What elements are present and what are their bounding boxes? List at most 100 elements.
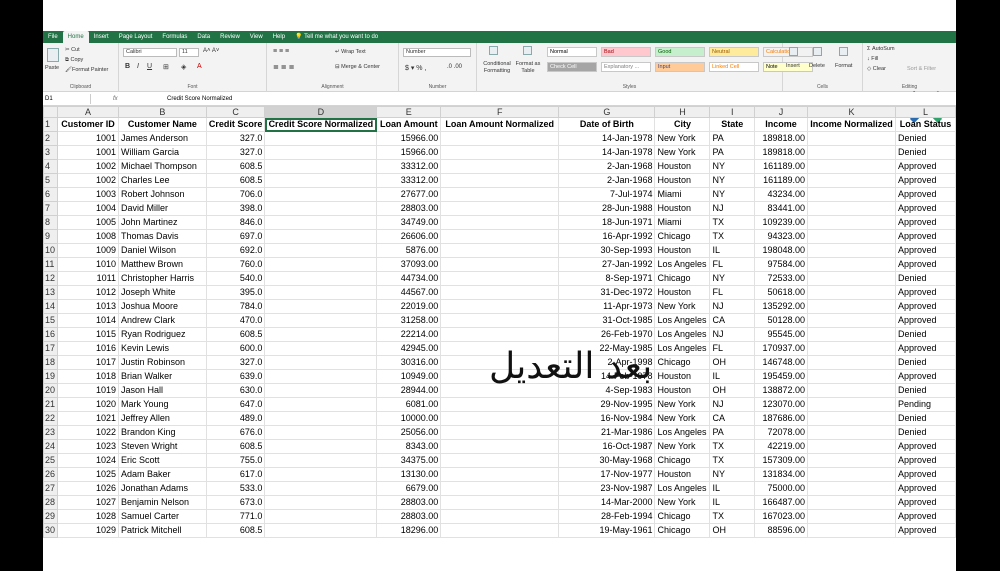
cell-J[interactable]: 131834.00 bbox=[754, 467, 808, 482]
cell-K[interactable] bbox=[807, 369, 896, 384]
cell-K[interactable] bbox=[807, 285, 896, 300]
cell-J[interactable]: 166487.00 bbox=[754, 495, 808, 510]
cell-J[interactable]: 43234.00 bbox=[754, 187, 808, 202]
cell-H[interactable]: Houston bbox=[654, 159, 711, 174]
row-header[interactable]: 11 bbox=[43, 257, 59, 272]
cell-L[interactable]: Approved bbox=[894, 229, 956, 244]
cell-D[interactable] bbox=[264, 187, 378, 202]
cell-I[interactable]: OH bbox=[709, 383, 756, 398]
cell-F[interactable] bbox=[440, 201, 560, 216]
formula-input[interactable]: Credit Score Normalized bbox=[167, 94, 232, 104]
cell-H[interactable]: New York bbox=[654, 397, 711, 412]
format-painter-button[interactable]: 🖌Format Painter bbox=[65, 67, 108, 73]
cell-I[interactable]: PA bbox=[709, 131, 756, 146]
cell-G[interactable]: 31-Dec-1972 bbox=[558, 285, 656, 300]
column-header-E[interactable]: E bbox=[376, 106, 442, 118]
row-header[interactable]: 28 bbox=[43, 495, 59, 510]
cell-L[interactable]: Approved bbox=[894, 173, 956, 188]
cell-J[interactable]: 97584.00 bbox=[754, 257, 808, 272]
cell-K[interactable] bbox=[807, 495, 896, 510]
number-format-select[interactable]: Number bbox=[403, 48, 471, 57]
cell-A[interactable]: 1002 bbox=[57, 173, 119, 188]
cell-D[interactable] bbox=[264, 383, 378, 398]
cell-L[interactable]: Approved bbox=[894, 299, 956, 314]
cell-F[interactable] bbox=[440, 243, 560, 258]
cell-A[interactable]: 1013 bbox=[57, 299, 119, 314]
cell-C[interactable]: 608.5 bbox=[205, 523, 266, 538]
header-cell-E[interactable]: Loan Amount bbox=[376, 117, 442, 132]
cell-D[interactable] bbox=[264, 355, 378, 370]
row-header[interactable]: 24 bbox=[43, 439, 59, 454]
cell-B[interactable]: Mark Young bbox=[117, 397, 207, 412]
cell-H[interactable]: Houston bbox=[654, 173, 711, 188]
name-box[interactable]: D1 bbox=[43, 94, 91, 104]
cell-G[interactable]: 30-May-1968 bbox=[558, 453, 656, 468]
cell-style-normal[interactable]: Normal bbox=[547, 47, 597, 57]
cell-H[interactable]: New York bbox=[654, 299, 711, 314]
cell-F[interactable] bbox=[440, 425, 560, 440]
cell-J[interactable]: 83441.00 bbox=[754, 201, 808, 216]
cell-A[interactable]: 1011 bbox=[57, 271, 119, 286]
cell-B[interactable]: Joshua Moore bbox=[117, 299, 207, 314]
row-header[interactable]: 1 bbox=[43, 117, 59, 132]
cell-H[interactable]: Los Angeles bbox=[654, 341, 711, 356]
cell-C[interactable]: 395.0 bbox=[205, 285, 266, 300]
header-cell-L[interactable]: Loan Status bbox=[894, 117, 956, 132]
cell-H[interactable]: Houston bbox=[654, 383, 711, 398]
cell-I[interactable]: OH bbox=[709, 355, 756, 370]
cell-I[interactable]: NY bbox=[709, 467, 756, 482]
cell-A[interactable]: 1008 bbox=[57, 229, 119, 244]
tab-help[interactable]: Help bbox=[268, 31, 290, 43]
tab-view[interactable]: View bbox=[245, 31, 268, 43]
cell-G[interactable]: 8-Sep-1971 bbox=[558, 271, 656, 286]
cell-D[interactable] bbox=[264, 509, 378, 524]
cell-C[interactable]: 608.5 bbox=[205, 439, 266, 454]
cell-L[interactable]: Denied bbox=[894, 383, 956, 398]
cell-H[interactable]: Miami bbox=[654, 187, 711, 202]
clear-button[interactable]: ◇ Clear bbox=[867, 66, 886, 72]
cell-K[interactable] bbox=[807, 341, 896, 356]
grow-font-icon[interactable]: A˄ A˅ bbox=[203, 48, 219, 54]
cell-E[interactable]: 5876.00 bbox=[376, 243, 442, 258]
cell-D[interactable] bbox=[264, 271, 378, 286]
cell-I[interactable]: NJ bbox=[709, 299, 756, 314]
cell-L[interactable]: Approved bbox=[894, 453, 956, 468]
column-header-F[interactable]: F bbox=[440, 106, 560, 118]
cell-style-neutral[interactable]: Neutral bbox=[709, 47, 759, 57]
cell-B[interactable]: Thomas Davis bbox=[117, 229, 207, 244]
cell-style-check-cell[interactable]: Check Cell bbox=[547, 62, 597, 72]
cell-F[interactable] bbox=[440, 509, 560, 524]
cell-E[interactable]: 28803.00 bbox=[376, 509, 442, 524]
cell-D[interactable] bbox=[264, 523, 378, 538]
cell-I[interactable]: NY bbox=[709, 173, 756, 188]
cell-I[interactable]: IL bbox=[709, 495, 756, 510]
cell-E[interactable]: 33312.00 bbox=[376, 159, 442, 174]
cell-L[interactable]: Denied bbox=[894, 327, 956, 342]
delete-cells-icon[interactable] bbox=[813, 47, 822, 56]
cell-G[interactable]: 31-Oct-1985 bbox=[558, 313, 656, 328]
conditional-formatting-button[interactable]: Conditional Formatting bbox=[479, 61, 515, 75]
cell-D[interactable] bbox=[264, 341, 378, 356]
cell-C[interactable]: 327.0 bbox=[205, 131, 266, 146]
cell-L[interactable]: Approved bbox=[894, 523, 956, 538]
cell-A[interactable]: 1029 bbox=[57, 523, 119, 538]
cell-J[interactable]: 187686.00 bbox=[754, 411, 808, 426]
cell-A[interactable]: 1004 bbox=[57, 201, 119, 216]
cell-I[interactable]: PA bbox=[709, 145, 756, 160]
cell-F[interactable] bbox=[440, 229, 560, 244]
cell-K[interactable] bbox=[807, 383, 896, 398]
cell-E[interactable]: 8343.00 bbox=[376, 439, 442, 454]
format-table-button[interactable]: Format as Table bbox=[515, 61, 541, 75]
cell-H[interactable]: New York bbox=[654, 439, 711, 454]
cell-H[interactable]: Houston bbox=[654, 285, 711, 300]
cell-L[interactable]: Approved bbox=[894, 187, 956, 202]
italic-icon[interactable]: I bbox=[137, 63, 139, 70]
cell-J[interactable]: 146748.00 bbox=[754, 355, 808, 370]
cell-style-bad[interactable]: Bad bbox=[601, 47, 651, 57]
cell-K[interactable] bbox=[807, 313, 896, 328]
cell-L[interactable]: Approved bbox=[894, 369, 956, 384]
cell-H[interactable]: New York bbox=[654, 131, 711, 146]
row-header[interactable]: 26 bbox=[43, 467, 59, 482]
cell-F[interactable] bbox=[440, 439, 560, 454]
cell-H[interactable]: Houston bbox=[654, 201, 711, 216]
